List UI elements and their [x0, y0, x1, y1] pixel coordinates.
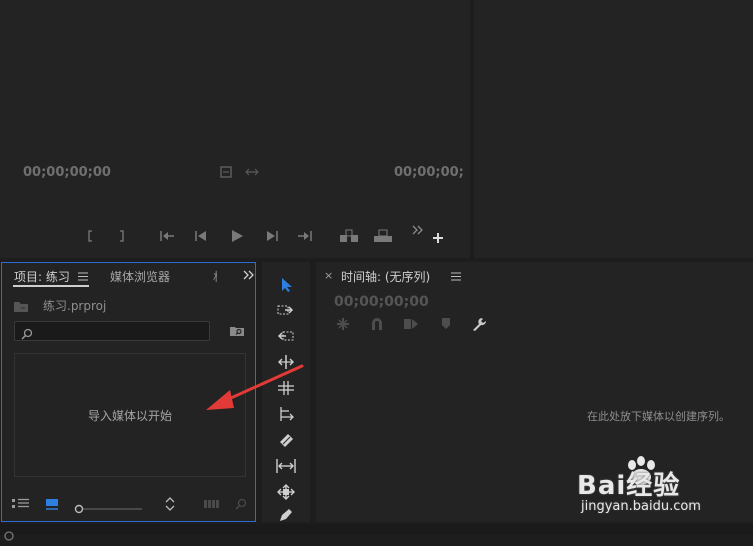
watermark: Bai经验 jingyan.baidu.com	[575, 455, 751, 519]
program-monitor	[474, 0, 753, 258]
timeline-menu-icon[interactable]	[450, 270, 462, 282]
step-back-icon[interactable]	[193, 229, 209, 243]
insert-icon[interactable]	[338, 229, 360, 243]
linked-selection-icon[interactable]	[402, 317, 420, 331]
status-bar	[0, 524, 753, 541]
ripple-edit-tool-icon[interactable]	[277, 329, 295, 343]
slide-tool-icon[interactable]	[276, 459, 296, 473]
pen-tool-icon[interactable]	[278, 509, 294, 522]
play-icon[interactable]	[229, 228, 245, 244]
search-icon	[21, 325, 33, 344]
panel-menu-icon[interactable]	[77, 270, 89, 282]
tab-media-browser[interactable]: 媒体浏览器	[110, 268, 170, 285]
new-search-bin-icon[interactable]	[229, 324, 245, 338]
sort-icon[interactable]	[164, 496, 176, 512]
automate-to-sequence-icon[interactable]	[203, 498, 221, 510]
track-select-tool-icon[interactable]	[277, 303, 295, 317]
source-monitor: 00;00;00;00 00;00;00;	[0, 0, 470, 258]
add-button-icon[interactable]	[431, 231, 445, 245]
watermark-logo-text: Bai经验	[577, 471, 681, 501]
program-timecode[interactable]: 00;00;00;	[394, 165, 464, 180]
razor-tool-icon[interactable]	[277, 432, 295, 448]
zoom-slider[interactable]	[74, 499, 144, 514]
source-timecode[interactable]: 00;00;00;00	[23, 165, 111, 180]
step-forward-icon[interactable]	[264, 229, 280, 243]
watermark-url: jingyan.baidu.com	[581, 499, 701, 514]
annotation-arrow	[206, 364, 304, 410]
project-filename: 练习.prproj	[43, 299, 107, 313]
search-input[interactable]	[14, 321, 210, 341]
wrench-icon[interactable]	[471, 316, 487, 332]
icon-view-icon[interactable]	[44, 497, 60, 511]
tab-project[interactable]: 项目: 练习	[14, 268, 70, 285]
overwrite-icon[interactable]	[372, 229, 394, 243]
list-view-icon[interactable]	[12, 497, 30, 511]
hand-tool-icon[interactable]	[276, 484, 296, 500]
mark-out-icon[interactable]	[114, 229, 128, 243]
drag-video-icon[interactable]	[244, 165, 260, 179]
go-to-in-icon[interactable]	[158, 229, 176, 243]
timeline-drop-hint: 在此处放下媒体以创建序列。	[587, 410, 730, 423]
more-tabs-icon[interactable]	[243, 269, 255, 281]
folder-icon	[13, 298, 31, 312]
more-controls-icon[interactable]	[411, 224, 425, 236]
timeline-timecode[interactable]: 00;00;00;00	[334, 294, 429, 310]
find-icon[interactable]	[234, 497, 248, 511]
mark-in-icon[interactable]	[84, 229, 98, 243]
close-timeline-icon[interactable]: ×	[324, 269, 333, 282]
status-indicator-icon	[3, 527, 15, 546]
tab-timeline[interactable]: 时间轴: (无序列)	[341, 268, 430, 285]
settings-icon[interactable]	[219, 165, 233, 179]
tab-truncated[interactable]: 材	[213, 268, 217, 282]
tab-project-underline	[13, 285, 89, 287]
selection-tool-icon[interactable]	[280, 277, 294, 293]
go-to-out-icon[interactable]	[296, 229, 314, 243]
add-marker-icon[interactable]	[439, 317, 453, 331]
snap-icon[interactable]	[369, 317, 385, 331]
nest-icon[interactable]	[335, 317, 351, 331]
